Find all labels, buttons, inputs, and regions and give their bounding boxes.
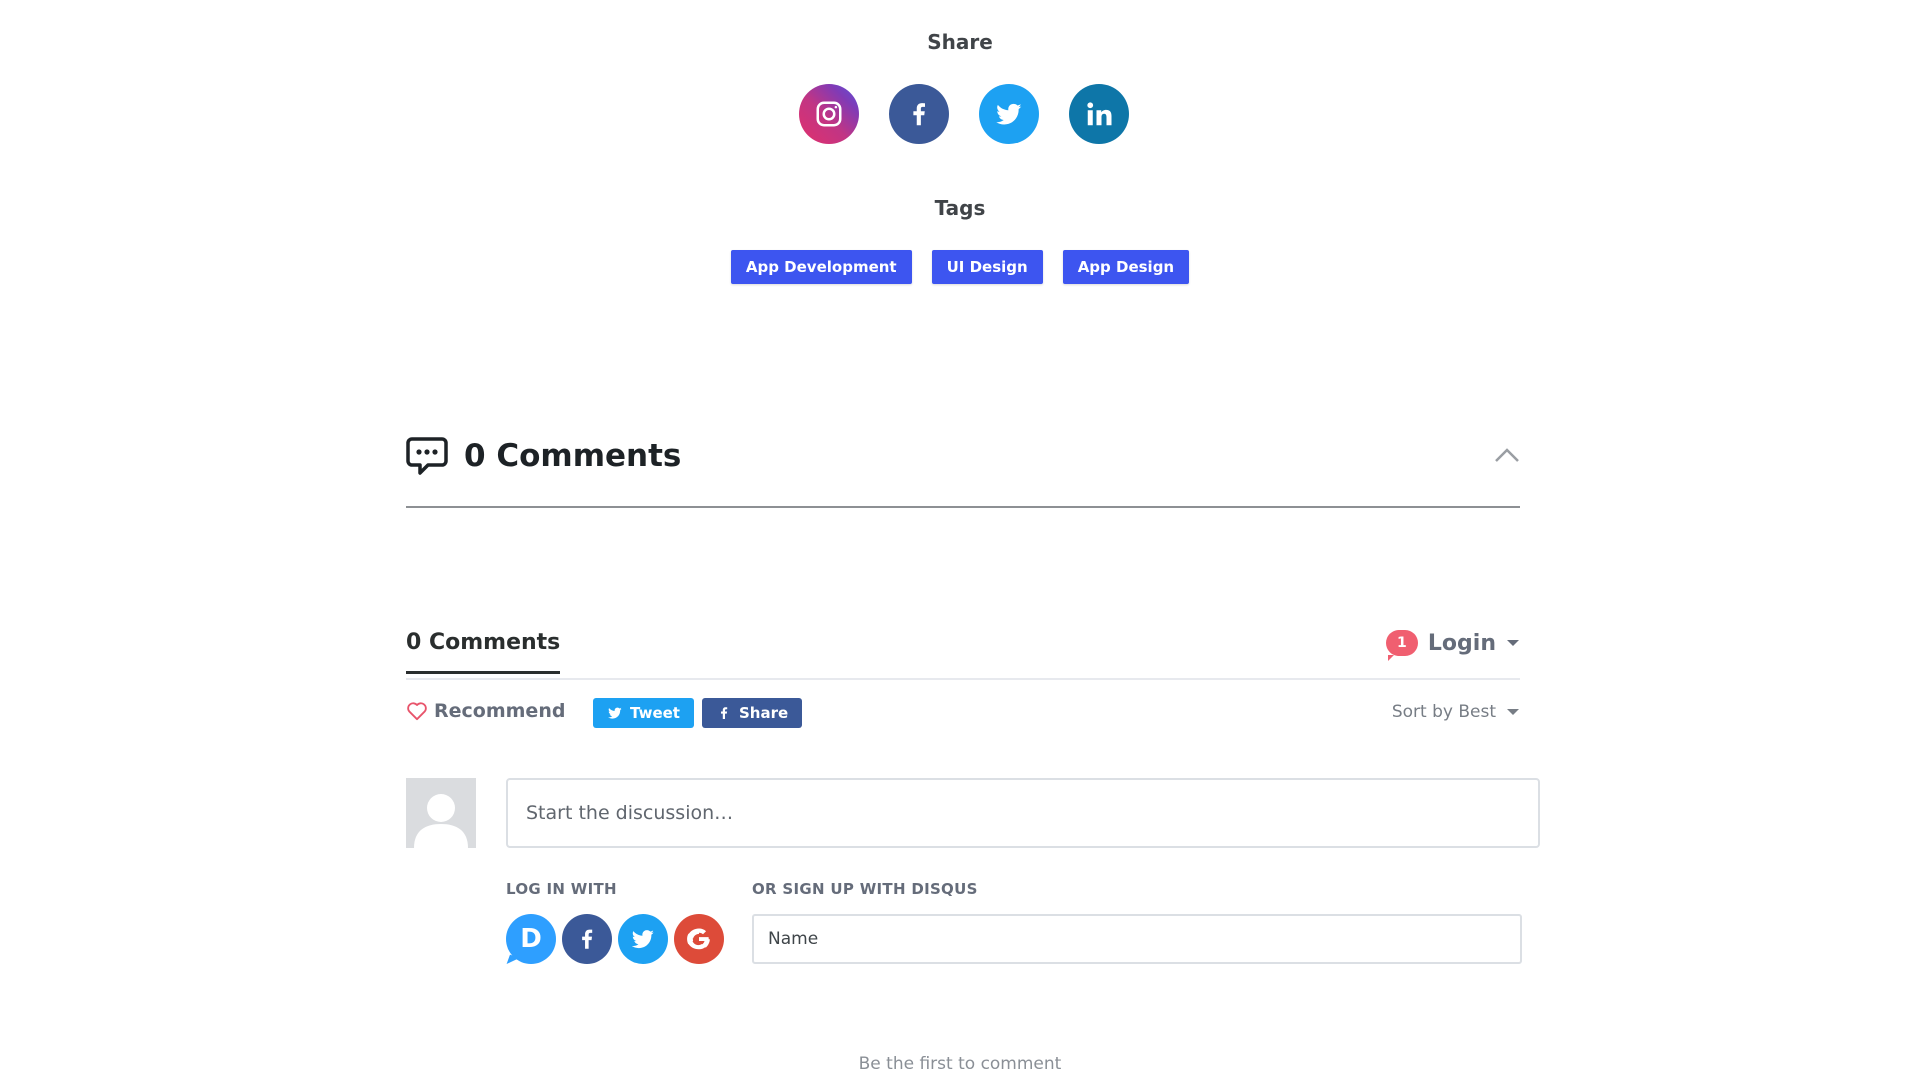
caret-down-icon bbox=[1507, 709, 1519, 715]
comments-section-header: 0 Comments bbox=[406, 434, 1520, 508]
recommend-button[interactable]: Recommend bbox=[406, 700, 565, 722]
instagram-icon bbox=[816, 101, 842, 127]
comments-section-title: 0 Comments bbox=[464, 438, 682, 474]
discussion-input[interactable]: Start the discussion… bbox=[506, 778, 1540, 848]
tag-app-development[interactable]: App Development bbox=[730, 250, 912, 284]
tweet-label: Tweet bbox=[630, 704, 680, 722]
user-placeholder-icon bbox=[414, 794, 468, 848]
empty-state-text: Be the first to comment bbox=[858, 1054, 1062, 1074]
linkedin-share-button[interactable] bbox=[1069, 84, 1129, 144]
linkedin-icon bbox=[1087, 102, 1112, 126]
twitter-share-button[interactable] bbox=[979, 84, 1039, 144]
login-menu[interactable]: 1 Login bbox=[1385, 630, 1520, 661]
heart-icon bbox=[407, 702, 427, 721]
tab-comments[interactable]: 0 Comments bbox=[406, 630, 561, 674]
facebook-login-button[interactable] bbox=[562, 914, 612, 964]
facebook-share-small-button[interactable]: Share bbox=[702, 698, 803, 728]
avatar bbox=[406, 778, 476, 848]
page: Share Tags App Development UI Design App… bbox=[0, 0, 1920, 1080]
notification-badge: 1 bbox=[1385, 630, 1418, 661]
facebook-icon bbox=[913, 103, 925, 126]
share-buttons bbox=[4, 84, 1920, 144]
disqus-login-button[interactable]: D bbox=[506, 914, 556, 964]
name-field[interactable]: Name bbox=[752, 914, 1522, 964]
tags-list: App Development UI Design App Design bbox=[0, 250, 1920, 284]
share-label: Share bbox=[739, 704, 789, 722]
google-login-button[interactable] bbox=[674, 914, 724, 964]
twitter-icon bbox=[996, 103, 1022, 125]
signup-label: OR SIGN UP WITH DISQUS bbox=[752, 880, 978, 898]
chevron-up-icon[interactable] bbox=[1494, 446, 1520, 464]
login-providers: D bbox=[506, 914, 724, 964]
sort-dropdown[interactable]: Sort by Best bbox=[1392, 702, 1520, 722]
login-label: Login bbox=[1427, 630, 1496, 656]
login-with-label: LOG IN WITH bbox=[506, 880, 617, 898]
google-icon bbox=[687, 928, 710, 950]
tags-title: Tags bbox=[934, 196, 986, 220]
disqus-icon: D bbox=[520, 924, 542, 954]
disqus-actions: Recommend Tweet Share Sort by Best bbox=[406, 698, 1520, 730]
disqus-nav: 0 Comments 1 Login bbox=[406, 626, 1520, 680]
recommend-label: Recommend bbox=[434, 700, 566, 722]
facebook-icon bbox=[582, 929, 593, 949]
twitter-icon bbox=[631, 930, 654, 949]
comments-bubble-icon bbox=[406, 437, 448, 475]
tweet-button[interactable]: Tweet bbox=[593, 698, 694, 728]
facebook-share-button[interactable] bbox=[889, 84, 949, 144]
tag-app-design[interactable]: App Design bbox=[1062, 250, 1190, 284]
share-title: Share bbox=[927, 30, 993, 54]
twitter-login-button[interactable] bbox=[618, 914, 668, 964]
tag-ui-design[interactable]: UI Design bbox=[931, 250, 1043, 284]
caret-down-icon bbox=[1507, 640, 1519, 646]
facebook-icon bbox=[721, 707, 728, 719]
twitter-icon bbox=[608, 707, 622, 719]
instagram-share-button[interactable] bbox=[799, 84, 859, 144]
sort-label: Sort by Best bbox=[1391, 702, 1496, 722]
